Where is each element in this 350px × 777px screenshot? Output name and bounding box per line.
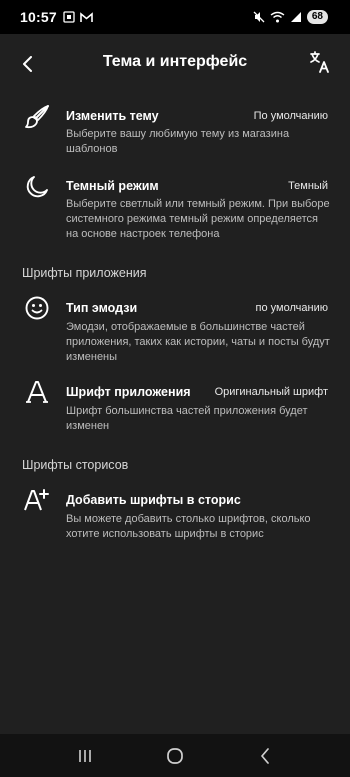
mute-icon <box>253 11 265 23</box>
system-nav-bar <box>0 734 350 777</box>
recent-apps-icon <box>79 749 91 762</box>
page-title: Тема и интерфейс <box>102 53 248 70</box>
app-font-description: Шрифт большинства частей приложения буде… <box>66 405 308 432</box>
back-arrow-icon <box>23 56 32 72</box>
translate-button[interactable] <box>306 48 334 76</box>
section-story-fonts: Шрифты сторисов <box>22 458 129 472</box>
dark-mode-item[interactable]: Темный режим Темный Выберите светлый или… <box>0 168 350 248</box>
emoji-type-item[interactable]: Тип эмодзи по умолчанию Эмодзи, отобража… <box>0 290 350 366</box>
app-font-label: Шрифт приложения <box>66 385 191 399</box>
change-theme-label: Изменить тему <box>66 109 159 123</box>
nav-back-icon <box>261 747 269 764</box>
dark-mode-description: Выберите светлый или темный режим. При в… <box>66 198 330 240</box>
status-right-icons: 68 <box>253 10 328 24</box>
smile-icon <box>22 293 52 323</box>
back-button[interactable] <box>14 50 42 78</box>
section-app-fonts: Шрифты приложения <box>22 266 147 280</box>
app-font-item[interactable]: Шрифт приложения Оригинальный шрифт Шриф… <box>0 374 350 434</box>
add-story-fonts-item[interactable]: Добавить шрифты в сторис Вы можете добав… <box>0 482 350 542</box>
emoji-type-description: Эмодзи, отображаемые в большинстве часте… <box>66 321 330 363</box>
translate-icon <box>310 51 329 73</box>
dark-mode-value: Темный <box>288 180 328 192</box>
dark-mode-label: Темный режим <box>66 179 159 193</box>
app-bar: Тема и интерфейс <box>0 34 350 90</box>
screenshot-icon <box>63 11 75 23</box>
emoji-type-value: по умолчанию <box>255 302 328 314</box>
brush-icon <box>22 102 52 132</box>
wifi-icon <box>270 11 285 23</box>
app-font-value: Оригинальный шрифт <box>214 386 328 398</box>
font-icon <box>22 377 52 407</box>
moon-icon <box>22 172 52 202</box>
emoji-type-label: Тип эмодзи <box>66 301 138 315</box>
change-theme-item[interactable]: Изменить тему По умолчанию Выберите вашу… <box>0 98 350 162</box>
add-story-fonts-description: Вы можете добавить столько шрифтов, скол… <box>66 513 311 540</box>
signal-icon <box>290 12 301 22</box>
change-theme-description: Выберите вашу любимую тему из магазина ш… <box>66 128 290 155</box>
status-time: 10:57 <box>20 9 57 25</box>
home-icon <box>167 747 183 764</box>
status-left-icons <box>63 11 93 23</box>
recent-apps-button[interactable] <box>65 741 105 771</box>
nav-back-button[interactable] <box>245 741 285 771</box>
change-theme-value: По умолчанию <box>253 110 328 122</box>
battery-indicator: 68 <box>306 10 328 24</box>
home-button[interactable] <box>155 741 195 771</box>
add-font-icon <box>22 485 52 515</box>
gmail-icon <box>80 11 93 22</box>
status-bar: 10:57 68 <box>0 0 350 34</box>
add-story-fonts-label: Добавить шрифты в сторис <box>66 493 241 507</box>
